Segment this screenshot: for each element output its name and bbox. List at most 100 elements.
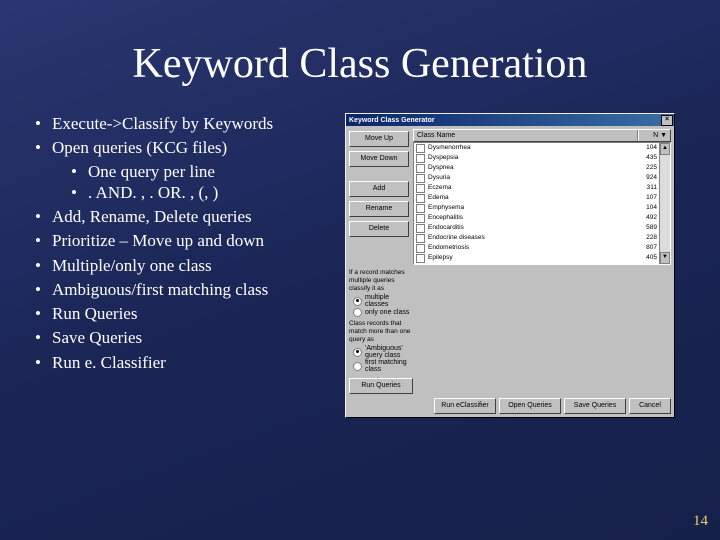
row-name: Endometriosis [428, 243, 635, 253]
row-count: 104 [635, 143, 657, 153]
radio-icon [353, 308, 362, 317]
row-name: Edema [428, 193, 635, 203]
list-box[interactable]: Dysmenorrhea104Dyspepsia435Dyspnea225Dys… [413, 142, 671, 265]
rename-button[interactable]: Rename [349, 201, 409, 217]
list-row[interactable]: Eczema311 [414, 183, 659, 193]
radio-label: multiple classes [365, 294, 413, 308]
row-count: 924 [635, 173, 657, 183]
checkbox-icon[interactable] [416, 224, 425, 233]
row-count: 104 [635, 203, 657, 213]
options-panel: If a record matches multiple queries cla… [349, 269, 413, 394]
list-row[interactable]: Emphysema104 [414, 203, 659, 213]
checkbox-icon[interactable] [416, 254, 425, 263]
bullet-subitem: One query per line [66, 161, 330, 182]
bullet-list: Execute->Classify by Keywords Open queri… [30, 113, 330, 418]
list-row[interactable]: Esophagitis928 [414, 263, 659, 264]
bullet-text: Run e. Classifier [52, 353, 166, 372]
row-name: Encephalitis [428, 213, 635, 223]
row-count: 589 [635, 223, 657, 233]
open-queries-button[interactable]: Open Queries [499, 398, 561, 414]
row-count: 807 [635, 243, 657, 253]
radio-label: 'Ambiguous' query class [365, 345, 413, 359]
list-row[interactable]: Dyspepsia435 [414, 153, 659, 163]
row-name: Emphysema [428, 203, 635, 213]
checkbox-icon[interactable] [416, 214, 425, 223]
scroll-up-icon[interactable]: ▲ [660, 143, 670, 155]
bullet-text: Execute->Classify by Keywords [52, 114, 273, 133]
kcg-dialog: Keyword Class Generator × Move Up Move D… [345, 113, 675, 418]
row-name: Eczema [428, 183, 635, 193]
bullet-item: Open queries (KCG files) One query per l… [30, 137, 330, 203]
footer-buttons: Run eClassifier Open Queries Save Querie… [349, 398, 671, 414]
bullet-item: Run e. Classifier [30, 352, 330, 373]
bullet-item: Run Queries [30, 303, 330, 324]
bullet-text: Run Queries [52, 304, 137, 323]
radio-multiple-classes[interactable]: multiple classes [349, 294, 413, 308]
radio-ambiguous[interactable]: 'Ambiguous' query class [349, 345, 413, 359]
checkbox-icon[interactable] [416, 144, 425, 153]
row-count: 405 [635, 253, 657, 263]
row-name: Dyspepsia [428, 153, 635, 163]
move-down-button[interactable]: Move Down [349, 151, 409, 167]
checkbox-icon[interactable] [416, 174, 425, 183]
list-header[interactable]: Class Name N ▼ [413, 129, 671, 142]
close-icon[interactable]: × [661, 115, 673, 126]
row-name: Dysmenorrhea [428, 143, 635, 153]
list-row[interactable]: Dyspnea225 [414, 163, 659, 173]
row-name: Dysuria [428, 173, 635, 183]
header-count[interactable]: N ▼ [638, 130, 670, 141]
checkbox-icon[interactable] [416, 234, 425, 243]
header-classname[interactable]: Class Name [414, 130, 638, 141]
bullet-item: Add, Rename, Delete queries [30, 206, 330, 227]
row-name: Dyspnea [428, 163, 635, 173]
list-row[interactable]: Epilepsy405 [414, 253, 659, 263]
bullet-text: . AND. , . OR. , (, ) [88, 183, 218, 202]
list-content: Dysmenorrhea104Dyspepsia435Dyspnea225Dys… [414, 143, 659, 264]
checkbox-icon[interactable] [416, 204, 425, 213]
add-button[interactable]: Add [349, 181, 409, 197]
move-up-button[interactable]: Move Up [349, 131, 409, 147]
list-row[interactable]: Endocarditis589 [414, 223, 659, 233]
run-eclassifier-button[interactable]: Run eClassifier [434, 398, 496, 414]
row-name: Esophagitis [428, 263, 635, 264]
dialog-title: Keyword Class Generator [349, 117, 435, 124]
checkbox-icon[interactable] [416, 244, 425, 253]
row-count: 228 [635, 233, 657, 243]
scrollbar[interactable]: ▲ ▼ [659, 143, 670, 264]
bullet-text: Add, Rename, Delete queries [52, 207, 252, 226]
delete-button[interactable]: Delete [349, 221, 409, 237]
bullet-item: Prioritize – Move up and down [30, 230, 330, 251]
radio-first-matching[interactable]: first matching class [349, 359, 413, 373]
list-row[interactable]: Dysuria924 [414, 173, 659, 183]
radio-label: only one class [365, 309, 409, 316]
list-row[interactable]: Endocrine diseases228 [414, 233, 659, 243]
row-count: 928 [635, 263, 657, 264]
row-count: 225 [635, 163, 657, 173]
radio-label: first matching class [365, 359, 413, 373]
save-queries-button[interactable]: Save Queries [564, 398, 626, 414]
run-queries-button[interactable]: Run Queries [349, 378, 413, 394]
page-number: 14 [693, 513, 708, 530]
list-row[interactable]: Endometriosis807 [414, 243, 659, 253]
row-count: 107 [635, 193, 657, 203]
cancel-button[interactable]: Cancel [629, 398, 671, 414]
slide-title: Keyword Class Generation [30, 40, 690, 88]
bullet-item: Save Queries [30, 327, 330, 348]
checkbox-icon[interactable] [416, 154, 425, 163]
list-row[interactable]: Dysmenorrhea104 [414, 143, 659, 153]
checkbox-icon[interactable] [416, 184, 425, 193]
side-button-column: Move Up Move Down Add Rename Delete [349, 129, 409, 265]
bullet-text: Open queries (KCG files) [52, 138, 227, 157]
checkbox-icon[interactable] [416, 164, 425, 173]
row-count: 492 [635, 213, 657, 223]
radio-only-one-class[interactable]: only one class [349, 308, 413, 317]
titlebar[interactable]: Keyword Class Generator × [346, 114, 674, 126]
checkbox-icon[interactable] [416, 194, 425, 203]
list-row[interactable]: Encephalitis492 [414, 213, 659, 223]
scroll-down-icon[interactable]: ▼ [660, 252, 670, 264]
radio-icon [353, 297, 362, 306]
radio-icon [353, 362, 362, 371]
list-row[interactable]: Edema107 [414, 193, 659, 203]
row-name: Endocrine diseases [428, 233, 635, 243]
bullet-text: Ambiguous/first matching class [52, 280, 268, 299]
